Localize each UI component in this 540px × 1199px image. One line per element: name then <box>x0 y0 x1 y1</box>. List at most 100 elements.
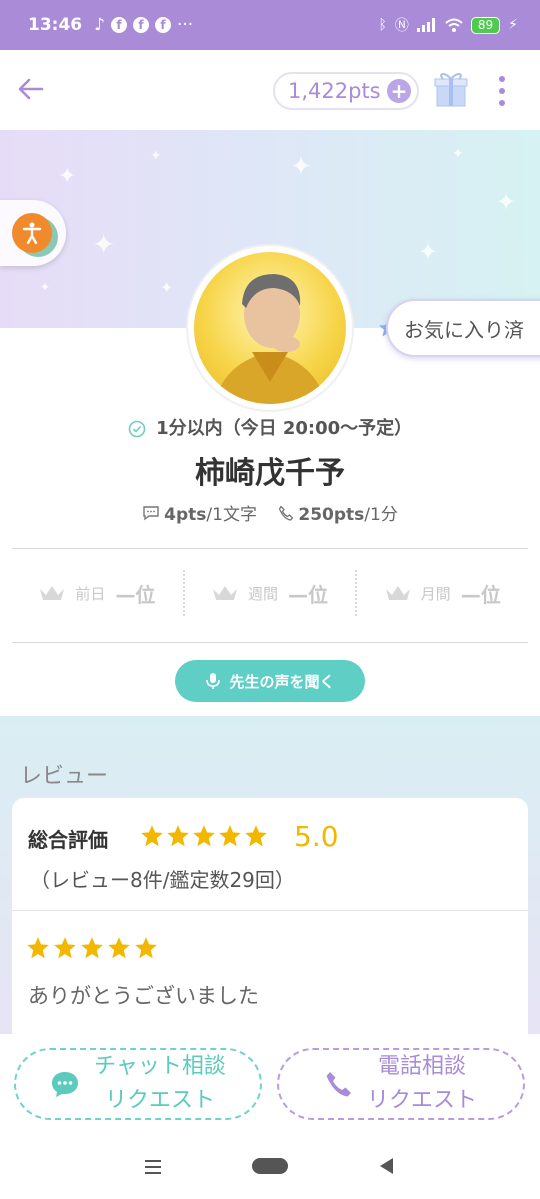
star-icon <box>219 825 241 847</box>
sparkle-icon: ✦ <box>418 238 439 266</box>
divider <box>12 548 528 549</box>
phone-icon <box>279 504 294 521</box>
overall-rating-label: 総合評価 <box>28 828 108 852</box>
ranking-period: 週間 <box>248 584 279 603</box>
star-icon <box>245 825 267 847</box>
ranking-weekly: 週間 —位 <box>185 570 358 616</box>
review-card: 総合評価 5.0 （レビュー8件/鑑定数29回） ありがとうございました <box>12 798 528 1058</box>
gift-icon[interactable] <box>434 70 468 108</box>
sparkle-icon: ✦ <box>92 228 116 261</box>
chat-price: 4pts/1文字 <box>142 500 257 525</box>
sparkle-icon: ✦ <box>160 278 174 297</box>
review-section: レビュー 総合評価 5.0 （レビュー8件/鑑定数29回） ありがとうございまし… <box>0 716 540 1058</box>
home-icon[interactable] <box>252 1158 288 1174</box>
bluetooth-icon: ᛒ <box>378 17 387 33</box>
signal-icon <box>416 18 435 32</box>
star-icon <box>108 937 130 959</box>
review-rating-stars <box>26 936 158 960</box>
ranking-row: 前日 —位 週間 —位 月間 —位 <box>12 570 528 616</box>
overall-rating-stars <box>140 824 268 848</box>
facebook-icon: f <box>132 17 149 33</box>
tiktok-icon: ♪ <box>94 15 105 35</box>
bottom-action-bar: チャット相談 リクエスト 電話相談 リクエスト <box>0 1034 540 1134</box>
facebook-icon: f <box>154 17 171 33</box>
sparkle-icon: ✦ <box>452 146 464 162</box>
listen-voice-label: 先生の声を聞く <box>229 672 335 691</box>
phone-icon <box>326 1072 351 1097</box>
ranking-monthly: 月間 —位 <box>357 570 528 616</box>
chat-bubble-icon <box>143 505 159 520</box>
overall-rating-score: 5.0 <box>294 820 339 853</box>
favorite-label: お気に入り済 <box>404 317 524 342</box>
crown-icon <box>40 586 65 600</box>
app-header: 1,422pts + <box>0 50 540 130</box>
ranking-period: 月間 <box>420 584 451 603</box>
points-value: 1,422pts <box>288 79 381 103</box>
chat-request-button[interactable]: チャット相談 リクエスト <box>14 1048 262 1120</box>
recent-apps-icon[interactable] <box>145 1160 161 1174</box>
star-icon <box>135 937 157 959</box>
chat-price-unit: /1文字 <box>206 505 257 525</box>
more-notifications-icon: ··· <box>176 15 194 35</box>
battery-indicator: 89 <box>470 16 501 34</box>
review-counts: （レビュー8件/鑑定数29回） <box>30 868 295 892</box>
system-back-icon[interactable] <box>380 1158 393 1174</box>
ranking-value: —位 <box>460 582 501 607</box>
call-price-unit: /1分 <box>364 505 398 525</box>
star-icon <box>27 937 49 959</box>
sparkle-icon: ✦ <box>496 188 517 216</box>
crown-icon <box>213 586 237 600</box>
accessibility-button[interactable] <box>0 200 66 266</box>
check-circle-icon <box>128 420 146 438</box>
avatar-image <box>194 252 346 404</box>
avatar <box>188 246 352 410</box>
availability-status: 1分以内（今日 20:00〜予定） <box>0 414 540 440</box>
call-price: 250pts/1分 <box>278 500 398 525</box>
facebook-icon: f <box>110 17 127 33</box>
wifi-icon <box>445 18 463 32</box>
chat-price-value: 4pts <box>164 505 207 525</box>
ranking-value: —位 <box>115 582 156 607</box>
chat-request-label-1: チャット相談 <box>94 1054 226 1079</box>
ranking-daily: 前日 —位 <box>12 570 185 616</box>
review-heading: レビュー <box>20 764 109 789</box>
listen-voice-button[interactable]: 先生の声を聞く <box>175 660 365 702</box>
microphone-icon <box>206 673 221 689</box>
sparkle-icon: ✦ <box>40 280 51 294</box>
status-left: 13:46 ♪ f f f ··· <box>28 15 193 35</box>
favorite-button[interactable]: お気に入り済 <box>386 299 540 357</box>
star-icon <box>193 825 215 847</box>
sparkle-icon: ✦ <box>58 164 77 189</box>
ranking-value: —位 <box>288 582 329 607</box>
divider <box>12 910 528 911</box>
chat-request-label-2: リクエスト <box>104 1088 215 1113</box>
chat-icon <box>52 1072 79 1097</box>
points-balance-button[interactable]: 1,422pts + <box>273 72 419 110</box>
more-options-icon[interactable] <box>494 76 510 106</box>
crown-icon <box>385 586 410 600</box>
ranking-period: 前日 <box>75 584 106 603</box>
call-request-label-2: リクエスト <box>366 1088 477 1113</box>
star-icon <box>81 937 103 959</box>
sparkle-icon: ✦ <box>150 148 162 164</box>
fortune-teller-name: 柿崎戊千予 <box>195 456 345 491</box>
sparkle-icon: ✦ <box>290 152 312 182</box>
add-points-icon[interactable]: + <box>387 79 411 103</box>
star-icon <box>141 825 163 847</box>
price-info: 4pts/1文字 250pts/1分 <box>0 500 540 526</box>
star-icon <box>54 937 76 959</box>
call-request-label-1: 電話相談 <box>377 1054 466 1079</box>
accessibility-icon <box>12 213 52 253</box>
charging-icon: ⚡ <box>508 17 518 33</box>
status-right: ᛒ Ⓝ 89 ⚡ <box>378 15 518 35</box>
call-price-value: 250pts <box>298 505 365 525</box>
availability-text: 1分以内（今日 20:00〜予定） <box>156 418 413 439</box>
status-bar: 13:46 ♪ f f f ··· ᛒ Ⓝ 89 ⚡ <box>0 0 540 50</box>
star-icon <box>167 825 189 847</box>
back-arrow-icon[interactable] <box>16 74 46 104</box>
divider <box>12 642 528 643</box>
call-request-button[interactable]: 電話相談 リクエスト <box>277 1048 525 1120</box>
status-time: 13:46 <box>28 15 83 35</box>
system-nav-bar <box>0 1134 540 1199</box>
review-text: ありがとうございました <box>28 984 259 1008</box>
